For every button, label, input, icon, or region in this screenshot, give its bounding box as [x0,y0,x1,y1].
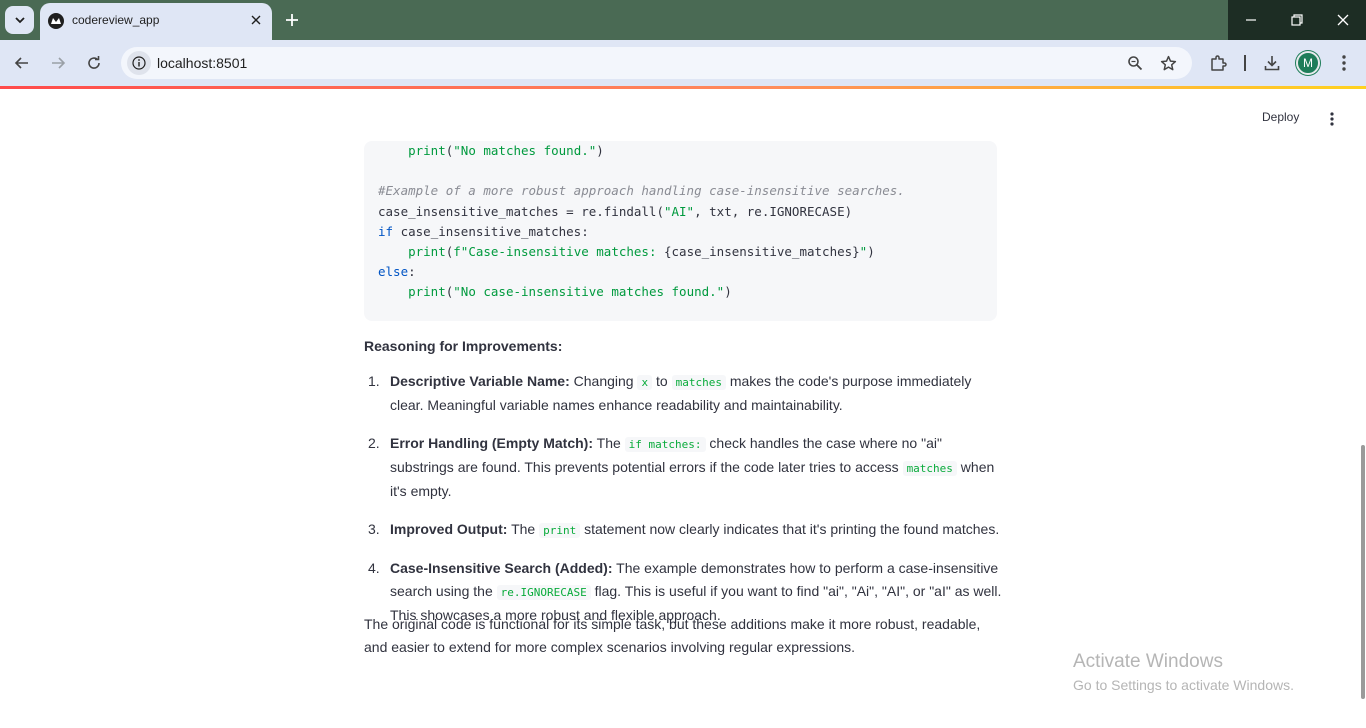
reasoning-heading: Reasoning for Improvements: [364,338,563,354]
code-line: print(f"Case-insensitive matches: {case_… [378,242,905,262]
reload-icon [88,56,100,69]
restore-button[interactable] [1274,0,1320,40]
list-item-text: The [593,435,625,451]
list-item: 1. Descriptive Variable Name: Changing x … [364,370,1004,417]
close-tab-icon[interactable] [248,12,264,28]
code-token: print [408,243,446,259]
new-tab-button[interactable] [281,9,303,31]
code-token: "No matches found." [453,143,597,158]
code-token: case_insensitive_matches: [393,223,589,239]
code-token: print [408,284,446,300]
extensions-icon[interactable] [1207,52,1229,74]
tab-strip: codereview_app [0,0,1366,40]
list-number: 2. [368,435,380,451]
url-text[interactable]: localhost:8501 [157,55,247,71]
minimize-icon [1246,19,1256,21]
inline-code: matches [902,461,957,476]
inline-code: re.IGNORECASE [496,585,591,600]
forward-button[interactable] [46,51,70,75]
site-info-icon[interactable] [127,51,151,75]
code-line: print("No matches found.") [378,141,905,161]
list-number: 1. [368,373,380,389]
code-token: f"Case-insensitive matches: [453,243,664,259]
code-token: case_insensitive_matches = re.findall( [378,203,664,219]
deploy-button[interactable]: Deploy [1262,110,1299,124]
download-icon[interactable] [1261,52,1283,74]
list-item: 2. Error Handling (Empty Match): The if m… [364,432,1004,503]
address-bar[interactable]: localhost:8501 [121,47,1192,79]
list-item-text: Changing [569,373,638,389]
close-icon [1337,14,1349,26]
chevron-down-icon [14,17,25,24]
bookmark-star-icon[interactable] [1158,53,1178,73]
code-line: if case_insensitive_matches: [378,222,905,242]
watermark-subtitle: Go to Settings to activate Windows. [1073,677,1294,693]
code-token: {case_insensitive_matches} [664,243,860,259]
close-window-button[interactable] [1320,0,1366,40]
code-token: , txt, re.IGNORECASE) [694,203,853,219]
arrow-right-icon [52,57,66,69]
list-item-text: to [652,373,672,389]
code-token: "AI" [663,203,695,219]
code-block: print("No matches found.") #Example of a… [364,141,997,321]
toolbar-divider [1244,55,1246,71]
tab-title: codereview_app [72,13,160,27]
code-token: "No case-insensitive matches found." [453,284,725,300]
reload-button[interactable] [82,51,106,75]
list-item-title: Error Handling (Empty Match): [390,435,594,451]
scrollbar-thumb[interactable] [1361,445,1365,699]
plus-icon [286,14,298,26]
code-token: ) [596,143,604,158]
back-button[interactable] [10,51,34,75]
streamlit-favicon-icon [48,13,64,29]
list-item-title: Case-Insensitive Search (Added): [390,560,613,576]
arrow-left-icon [14,57,28,69]
minimize-button[interactable] [1228,0,1274,40]
conclusion-paragraph: The original code is functional for its … [364,616,981,655]
code-token: print [408,143,446,158]
code-token: if [378,223,394,239]
list-item-title: Descriptive Variable Name: [390,373,570,389]
list-item-title: Improved Output: [390,521,508,537]
code-token: ) [724,284,732,300]
code-token: ) [867,243,875,259]
inline-code: x [637,375,653,390]
code-token: : [408,264,416,280]
inline-code: print [539,523,581,538]
code-line: case_insensitive_matches = re.findall("A… [378,202,905,222]
list-number: 4. [368,560,380,576]
reasoning-list: 1. Descriptive Variable Name: Changing x … [364,370,1004,642]
list-item-text: The [507,521,540,537]
browser-tab[interactable]: codereview_app [40,3,272,40]
browser-toolbar: localhost:8501 M [0,40,1366,86]
tab-search-button[interactable] [5,6,34,34]
restore-icon [1291,14,1303,26]
app-page: Deploy print("No matches found.") #Examp… [0,89,1366,728]
code-line: else: [378,262,905,282]
code-token: #Example of a more robust approach handl… [378,183,905,199]
inline-code: if matches: [624,437,706,452]
profile-avatar[interactable]: M [1296,51,1320,75]
list-item: 3. Improved Output: The print statement n… [364,518,1004,542]
code-line: print("No case-insensitive matches found… [378,282,905,302]
browser-menu-icon[interactable] [1333,52,1355,74]
code-line: #Example of a more robust approach handl… [378,181,905,201]
app-menu-icon[interactable] [1322,109,1342,129]
watermark-title: Activate Windows [1073,651,1223,672]
activate-windows-watermark: Activate Windows Go to Settings to activ… [1073,651,1294,693]
inline-code: matches [671,375,726,390]
code-token: else [378,264,409,280]
list-number: 3. [368,521,380,537]
code-lines: print("No matches found.") #Example of a… [378,141,905,303]
zoom-icon[interactable] [1125,53,1145,73]
list-item-text: statement now clearly indicates that it'… [580,521,1000,537]
